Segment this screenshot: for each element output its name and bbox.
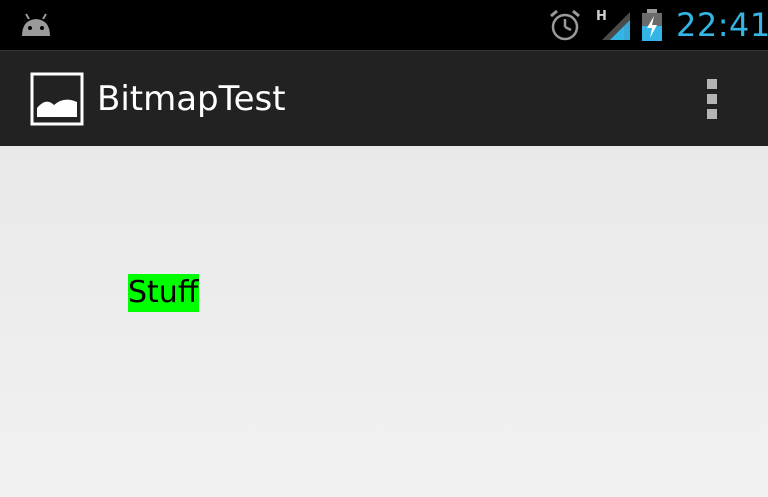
overflow-menu-icon[interactable]: [700, 75, 724, 123]
action-bar: BitmapTest: [0, 50, 768, 146]
overflow-dot: [707, 79, 717, 89]
signal-icon: H: [596, 9, 630, 40]
stuff-text-view: Stuff: [128, 274, 199, 312]
clock-time: 22:41: [676, 6, 768, 44]
alarm-icon: [550, 9, 580, 41]
android-icon: [22, 13, 50, 36]
overflow-dot: [707, 109, 717, 119]
image-icon[interactable]: [30, 72, 84, 126]
battery-icon: [642, 9, 662, 41]
main-content: Stuff: [0, 146, 768, 497]
network-type-label: H: [596, 9, 607, 24]
app-title: BitmapTest: [97, 79, 286, 119]
status-bar: H 22:41: [0, 0, 768, 50]
overflow-dot: [707, 94, 717, 104]
